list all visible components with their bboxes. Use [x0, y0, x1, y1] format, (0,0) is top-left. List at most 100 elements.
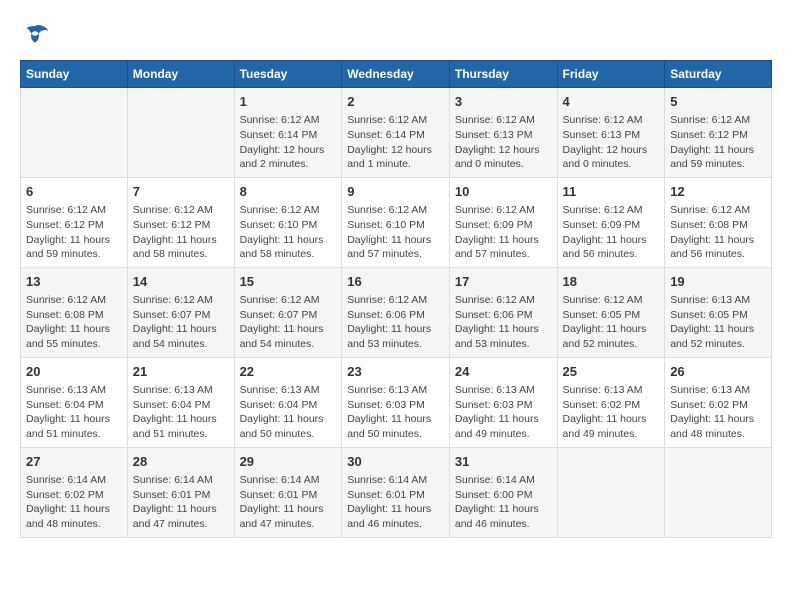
day-number: 30 [347, 453, 444, 471]
calendar-cell: 29 Sunrise: 6:14 AMSunset: 6:01 PMDayligh… [234, 447, 342, 537]
day-content: Sunrise: 6:13 AMSunset: 6:04 PMDaylight:… [240, 383, 337, 442]
day-content: Sunrise: 6:14 AMSunset: 6:00 PMDaylight:… [455, 473, 552, 532]
day-content: Sunrise: 6:12 AMSunset: 6:05 PMDaylight:… [563, 293, 660, 352]
day-content: Sunrise: 6:12 AMSunset: 6:07 PMDaylight:… [133, 293, 229, 352]
calendar-cell: 5Sunrise: 6:12 AMSunset: 6:12 PMDaylight… [665, 88, 772, 178]
calendar-cell: 20 Sunrise: 6:13 AMSunset: 6:04 PMDayligh… [21, 357, 128, 447]
calendar-week-1: 1Sunrise: 6:12 AMSunset: 6:14 PMDaylight… [21, 88, 772, 178]
day-content: Sunrise: 6:13 AMSunset: 6:05 PMDaylight:… [670, 293, 766, 352]
day-number: 27 [26, 453, 122, 471]
calendar-cell: 19 Sunrise: 6:13 AMSunset: 6:05 PMDayligh… [665, 267, 772, 357]
weekday-saturday: Saturday [665, 61, 772, 88]
day-number: 19 [670, 273, 766, 291]
day-content: Sunrise: 6:12 AMSunset: 6:14 PMDaylight:… [240, 113, 337, 172]
calendar-week-5: 27 Sunrise: 6:14 AMSunset: 6:02 PMDayligh… [21, 447, 772, 537]
calendar-cell: 9 Sunrise: 6:12 AMSunset: 6:10 PMDaylight… [342, 177, 450, 267]
day-number: 31 [455, 453, 552, 471]
day-content: Sunrise: 6:13 AMSunset: 6:03 PMDaylight:… [455, 383, 552, 442]
weekday-monday: Monday [127, 61, 234, 88]
page-header [20, 20, 772, 50]
day-number: 13 [26, 273, 122, 291]
calendar-cell: 14Sunrise: 6:12 AMSunset: 6:07 PMDayligh… [127, 267, 234, 357]
day-number: 20 [26, 363, 122, 381]
calendar-cell: 18 Sunrise: 6:12 AMSunset: 6:05 PMDayligh… [557, 267, 665, 357]
day-number: 5 [670, 93, 766, 111]
day-number: 7 [133, 183, 229, 201]
day-content: Sunrise: 6:14 AMSunset: 6:01 PMDaylight:… [347, 473, 444, 532]
logo-icon [20, 20, 50, 50]
calendar-week-3: 13 Sunrise: 6:12 AMSunset: 6:08 PMDayligh… [21, 267, 772, 357]
calendar-cell: 30 Sunrise: 6:14 AMSunset: 6:01 PMDayligh… [342, 447, 450, 537]
day-content: Sunrise: 6:13 AMSunset: 6:03 PMDaylight:… [347, 383, 444, 442]
day-number: 29 [240, 453, 337, 471]
calendar-week-2: 6 Sunrise: 6:12 AMSunset: 6:12 PMDaylight… [21, 177, 772, 267]
day-number: 21 [133, 363, 229, 381]
day-content: Sunrise: 6:13 AMSunset: 6:02 PMDaylight:… [563, 383, 660, 442]
calendar-cell: 11 Sunrise: 6:12 AMSunset: 6:09 PMDayligh… [557, 177, 665, 267]
weekday-header-row: SundayMondayTuesdayWednesdayThursdayFrid… [21, 61, 772, 88]
calendar-cell: 13 Sunrise: 6:12 AMSunset: 6:08 PMDayligh… [21, 267, 128, 357]
calendar-cell: 10 Sunrise: 6:12 AMSunset: 6:09 PMDayligh… [449, 177, 557, 267]
day-content: Sunrise: 6:12 AMSunset: 6:06 PMDaylight:… [455, 293, 552, 352]
weekday-tuesday: Tuesday [234, 61, 342, 88]
day-number: 26 [670, 363, 766, 381]
weekday-sunday: Sunday [21, 61, 128, 88]
calendar-cell: 28Sunrise: 6:14 AMSunset: 6:01 PMDayligh… [127, 447, 234, 537]
day-content: Sunrise: 6:12 AMSunset: 6:14 PMDaylight:… [347, 113, 444, 172]
day-number: 11 [563, 183, 660, 201]
weekday-wednesday: Wednesday [342, 61, 450, 88]
day-content: Sunrise: 6:13 AMSunset: 6:04 PMDaylight:… [133, 383, 229, 442]
day-content: Sunrise: 6:12 AMSunset: 6:08 PMDaylight:… [26, 293, 122, 352]
day-number: 9 [347, 183, 444, 201]
calendar-cell: 2 Sunrise: 6:12 AMSunset: 6:14 PMDaylight… [342, 88, 450, 178]
calendar-cell: 6 Sunrise: 6:12 AMSunset: 6:12 PMDaylight… [21, 177, 128, 267]
day-content: Sunrise: 6:13 AMSunset: 6:04 PMDaylight:… [26, 383, 122, 442]
calendar-header: SundayMondayTuesdayWednesdayThursdayFrid… [21, 61, 772, 88]
day-content: Sunrise: 6:12 AMSunset: 6:08 PMDaylight:… [670, 203, 766, 262]
calendar-cell: 26 Sunrise: 6:13 AMSunset: 6:02 PMDayligh… [665, 357, 772, 447]
day-number: 6 [26, 183, 122, 201]
calendar-cell: 17Sunrise: 6:12 AMSunset: 6:06 PMDayligh… [449, 267, 557, 357]
calendar-cell: 1Sunrise: 6:12 AMSunset: 6:14 PMDaylight… [234, 88, 342, 178]
weekday-friday: Friday [557, 61, 665, 88]
day-number: 18 [563, 273, 660, 291]
day-content: Sunrise: 6:12 AMSunset: 6:09 PMDaylight:… [563, 203, 660, 262]
day-content: Sunrise: 6:13 AMSunset: 6:02 PMDaylight:… [670, 383, 766, 442]
day-content: Sunrise: 6:12 AMSunset: 6:06 PMDaylight:… [347, 293, 444, 352]
day-content: Sunrise: 6:14 AMSunset: 6:02 PMDaylight:… [26, 473, 122, 532]
weekday-thursday: Thursday [449, 61, 557, 88]
calendar-cell: 15 Sunrise: 6:12 AMSunset: 6:07 PMDayligh… [234, 267, 342, 357]
day-number: 24 [455, 363, 552, 381]
calendar-cell: 24 Sunrise: 6:13 AMSunset: 6:03 PMDayligh… [449, 357, 557, 447]
calendar-cell: 22 Sunrise: 6:13 AMSunset: 6:04 PMDayligh… [234, 357, 342, 447]
day-number: 2 [347, 93, 444, 111]
calendar-cell [665, 447, 772, 537]
calendar-cell: 27 Sunrise: 6:14 AMSunset: 6:02 PMDayligh… [21, 447, 128, 537]
logo [20, 20, 54, 50]
day-number: 22 [240, 363, 337, 381]
calendar-cell: 25Sunrise: 6:13 AMSunset: 6:02 PMDayligh… [557, 357, 665, 447]
day-content: Sunrise: 6:12 AMSunset: 6:07 PMDaylight:… [240, 293, 337, 352]
day-content: Sunrise: 6:12 AMSunset: 6:13 PMDaylight:… [563, 113, 660, 172]
calendar-week-4: 20 Sunrise: 6:13 AMSunset: 6:04 PMDayligh… [21, 357, 772, 447]
calendar-cell: 3Sunrise: 6:12 AMSunset: 6:13 PMDaylight… [449, 88, 557, 178]
calendar-cell [21, 88, 128, 178]
day-number: 15 [240, 273, 337, 291]
day-number: 10 [455, 183, 552, 201]
day-number: 8 [240, 183, 337, 201]
day-content: Sunrise: 6:12 AMSunset: 6:12 PMDaylight:… [133, 203, 229, 262]
day-content: Sunrise: 6:12 AMSunset: 6:09 PMDaylight:… [455, 203, 552, 262]
calendar-cell: 7 Sunrise: 6:12 AMSunset: 6:12 PMDaylight… [127, 177, 234, 267]
day-content: Sunrise: 6:12 AMSunset: 6:10 PMDaylight:… [240, 203, 337, 262]
day-number: 4 [563, 93, 660, 111]
calendar-cell: 16Sunrise: 6:12 AMSunset: 6:06 PMDayligh… [342, 267, 450, 357]
calendar-cell: 21 Sunrise: 6:13 AMSunset: 6:04 PMDayligh… [127, 357, 234, 447]
calendar-body: 1Sunrise: 6:12 AMSunset: 6:14 PMDaylight… [21, 88, 772, 538]
day-number: 12 [670, 183, 766, 201]
day-content: Sunrise: 6:12 AMSunset: 6:12 PMDaylight:… [26, 203, 122, 262]
day-content: Sunrise: 6:14 AMSunset: 6:01 PMDaylight:… [240, 473, 337, 532]
calendar-table: SundayMondayTuesdayWednesdayThursdayFrid… [20, 60, 772, 538]
calendar-cell [557, 447, 665, 537]
day-content: Sunrise: 6:12 AMSunset: 6:10 PMDaylight:… [347, 203, 444, 262]
day-number: 3 [455, 93, 552, 111]
